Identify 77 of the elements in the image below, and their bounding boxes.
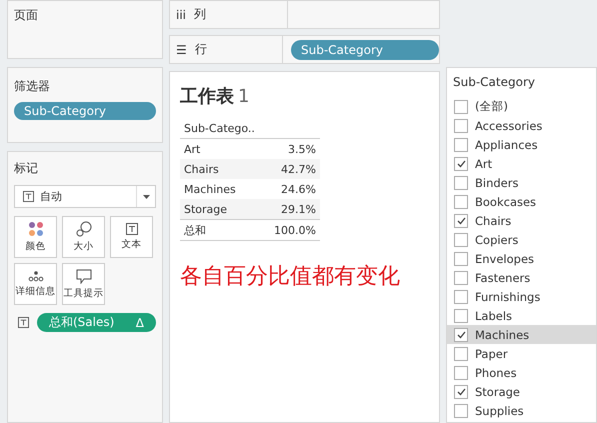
- pill-label: 总和(Sales): [49, 314, 114, 331]
- checkbox[interactable]: [454, 366, 468, 380]
- check-icon: [456, 160, 466, 168]
- checkbox[interactable]: [454, 156, 468, 170]
- filter-item[interactable]: Paper: [447, 344, 596, 363]
- checkbox[interactable]: [454, 138, 468, 152]
- checkbox[interactable]: [454, 194, 468, 208]
- mark-property-button[interactable]: 工具提示: [62, 263, 105, 305]
- filter-item[interactable]: Accessories: [447, 116, 596, 135]
- mark-property-button[interactable]: 颜色: [14, 216, 57, 258]
- filter-item[interactable]: (全部): [447, 97, 596, 116]
- tooltip-icon: [76, 268, 92, 284]
- checkbox[interactable]: [454, 384, 468, 398]
- text-icon: [23, 191, 34, 202]
- checkbox[interactable]: [454, 290, 468, 304]
- text-icon: [126, 223, 138, 235]
- filter-item[interactable]: Copiers: [447, 230, 596, 249]
- checkbox[interactable]: [454, 214, 468, 228]
- annotation-text: 各自百分比值都有变化: [180, 263, 400, 291]
- filter-item[interactable]: Appliances: [447, 135, 596, 154]
- card-title: 页面: [14, 7, 38, 24]
- check-icon: [456, 330, 466, 338]
- table-cell: 42.7%: [256, 159, 320, 179]
- filter-item[interactable]: Phones: [447, 363, 596, 382]
- filter-item[interactable]: Furnishings: [447, 287, 596, 306]
- column-header: Sub-Catego..: [180, 118, 320, 138]
- mark-property-button[interactable]: 大小: [62, 216, 105, 258]
- table-cell: 24.6%: [256, 179, 320, 199]
- checkbox[interactable]: [454, 270, 468, 284]
- card-title: 标记: [14, 160, 39, 177]
- filter-item[interactable]: Envelopes: [447, 249, 596, 268]
- filter-item[interactable]: Art: [447, 154, 596, 173]
- filter-item[interactable]: Labels: [447, 306, 596, 325]
- dropdown-value: 自动: [40, 189, 62, 204]
- checkbox[interactable]: [454, 308, 468, 322]
- check-icon: [456, 388, 466, 396]
- table-cell: 总和: [180, 220, 256, 240]
- checkbox[interactable]: [454, 232, 468, 246]
- filter-item[interactable]: Supplies: [447, 401, 596, 420]
- table-cell: 100.0%: [256, 220, 320, 240]
- checkbox[interactable]: [454, 346, 468, 360]
- mark-type-dropdown[interactable]: 自动: [14, 185, 156, 208]
- filter-item[interactable]: Machines: [447, 325, 596, 344]
- check-icon: [456, 216, 466, 224]
- card-title: 筛选器: [14, 78, 51, 95]
- checkbox[interactable]: [454, 252, 468, 266]
- mark-property-button[interactable]: 文本: [110, 216, 153, 258]
- table-cell: Art: [180, 138, 256, 159]
- worksheet-number: 1: [238, 86, 250, 107]
- checkbox[interactable]: [454, 118, 468, 132]
- table-cell: 29.1%: [256, 199, 320, 220]
- table-cell: Chairs: [180, 159, 256, 179]
- size-circles-icon: [76, 221, 92, 237]
- filter-item[interactable]: Storage: [447, 382, 596, 401]
- filter-title: Sub-Category: [452, 75, 535, 89]
- checkbox[interactable]: [454, 176, 468, 190]
- table-cell: Storage: [180, 199, 256, 220]
- filter-item[interactable]: Chairs: [447, 211, 596, 230]
- worksheet-title: 工作表: [180, 86, 234, 107]
- text-icon: [18, 317, 29, 328]
- filter-item[interactable]: Fasteners: [447, 268, 596, 287]
- table-cell: Machines: [180, 179, 256, 199]
- filter-item[interactable]: Bookcases: [447, 192, 596, 211]
- rows-icon: ☰: [176, 42, 187, 56]
- checkbox[interactable]: [454, 328, 468, 342]
- shelf-label: 行: [194, 41, 207, 58]
- delta-icon: Δ: [136, 316, 144, 330]
- detail-dots-icon: [28, 270, 44, 282]
- checkbox[interactable]: [454, 404, 468, 418]
- mark-property-button[interactable]: 详细信息: [14, 263, 57, 305]
- filter-item[interactable]: Binders: [447, 173, 596, 192]
- checkbox[interactable]: [454, 100, 468, 114]
- table-cell: 3.5%: [256, 138, 320, 159]
- shelf-label: 列: [194, 6, 206, 23]
- color-dots-icon: [28, 221, 44, 237]
- caret-icon: [142, 194, 150, 198]
- columns-icon: iii: [176, 8, 186, 22]
